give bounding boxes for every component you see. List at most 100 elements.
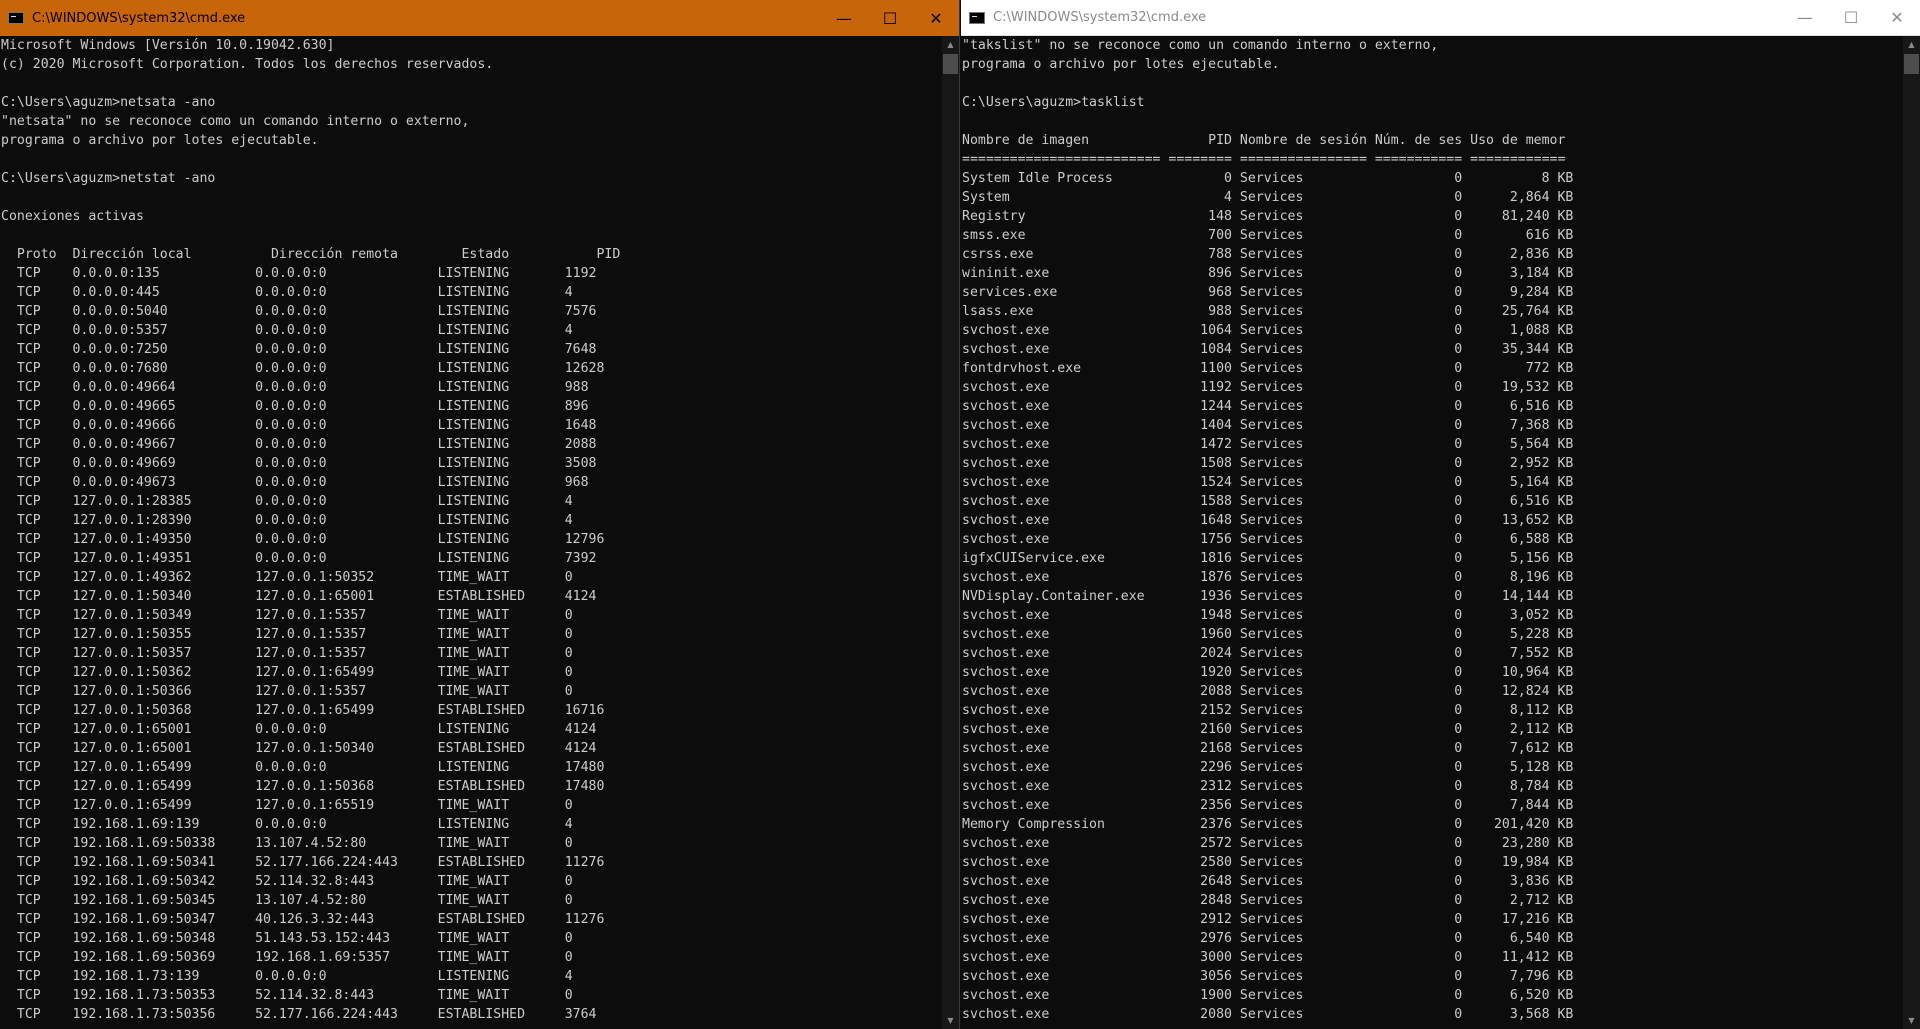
vertical-scrollbar[interactable]: ▲ ▼ xyxy=(1903,36,1920,1029)
minimize-button[interactable]: — xyxy=(821,0,867,36)
console-line: TCP 127.0.0.1:50366 127.0.0.1:5357 TIME_… xyxy=(1,684,573,699)
console-line: svchost.exe 1948 Services 0 3,052 KB xyxy=(962,608,1574,623)
console-line: TCP 192.168.1.69:50369 192.168.1.69:5357… xyxy=(1,950,573,965)
console-line: svchost.exe 1648 Services 0 13,652 KB xyxy=(962,513,1574,528)
maximize-button[interactable]: ☐ xyxy=(1828,0,1874,36)
console-line: (c) 2020 Microsoft Corporation. Todos lo… xyxy=(1,57,494,72)
window-title: C:\WINDOWS\system32\cmd.exe xyxy=(32,10,246,26)
close-button[interactable]: ✕ xyxy=(913,0,959,36)
console-line: NVDisplay.Container.exe 1936 Services 0 … xyxy=(962,589,1574,604)
scrollbar-thumb[interactable] xyxy=(1904,54,1919,74)
cmd-window-left[interactable]: C:\WINDOWS\system32\cmd.exe — ☐ ✕ Micros… xyxy=(0,0,960,1029)
console-line: TCP 0.0.0.0:135 0.0.0.0:0 LISTENING 1192 xyxy=(1,266,597,281)
console-line: svchost.exe 1900 Services 0 6,520 KB xyxy=(962,988,1574,1003)
minimize-button[interactable]: — xyxy=(1782,0,1828,36)
console-line: TCP 192.168.1.73:50353 52.114.32.8:443 T… xyxy=(1,988,573,1003)
title-bar[interactable]: C:\WINDOWS\system32\cmd.exe — ☐ ✕ xyxy=(961,0,1920,36)
console-icon xyxy=(969,11,985,24)
console-line: svchost.exe 2080 Services 0 3,568 KB xyxy=(962,1007,1574,1022)
console-line: svchost.exe 2572 Services 0 23,280 KB xyxy=(962,836,1574,851)
console-line: TCP 192.168.1.69:50347 40.126.3.32:443 E… xyxy=(1,912,605,927)
console-line: TCP 127.0.0.1:50357 127.0.0.1:5357 TIME_… xyxy=(1,646,573,661)
console-line: TCP 127.0.0.1:50362 127.0.0.1:65499 TIME… xyxy=(1,665,573,680)
console-line: wininit.exe 896 Services 0 3,184 KB xyxy=(962,266,1574,281)
close-button[interactable]: ✕ xyxy=(1874,0,1920,36)
console-line: svchost.exe 1064 Services 0 1,088 KB xyxy=(962,323,1574,338)
console-line: "takslist" no se reconoce como un comand… xyxy=(962,38,1439,53)
console-line: svchost.exe 1524 Services 0 5,164 KB xyxy=(962,475,1574,490)
console-line: svchost.exe 2356 Services 0 7,844 KB xyxy=(962,798,1574,813)
console-line: TCP 0.0.0.0:49667 0.0.0.0:0 LISTENING 20… xyxy=(1,437,597,452)
title-bar[interactable]: C:\WINDOWS\system32\cmd.exe — ☐ ✕ xyxy=(0,0,959,36)
console-line: svchost.exe 1960 Services 0 5,228 KB xyxy=(962,627,1574,642)
console-line: C:\Users\aguzm>netsata -ano xyxy=(1,95,216,110)
console-line: programa o archivo por lotes ejecutable. xyxy=(962,57,1280,72)
console-line: svchost.exe 1084 Services 0 35,344 KB xyxy=(962,342,1574,357)
console-line: TCP 0.0.0.0:7680 0.0.0.0:0 LISTENING 126… xyxy=(1,361,605,376)
console-line: TCP 127.0.0.1:49362 127.0.0.1:50352 TIME… xyxy=(1,570,573,585)
scroll-down-arrow-icon[interactable]: ▼ xyxy=(942,1012,959,1029)
scroll-up-arrow-icon[interactable]: ▲ xyxy=(942,36,959,53)
console-line: TCP 0.0.0.0:49665 0.0.0.0:0 LISTENING 89… xyxy=(1,399,589,414)
maximize-button[interactable]: ☐ xyxy=(867,0,913,36)
console-line: TCP 127.0.0.1:28390 0.0.0.0:0 LISTENING … xyxy=(1,513,573,528)
console-line: svchost.exe 2088 Services 0 12,824 KB xyxy=(962,684,1574,699)
window-title: C:\WINDOWS\system32\cmd.exe xyxy=(993,10,1207,25)
console-line: TCP 0.0.0.0:49673 0.0.0.0:0 LISTENING 96… xyxy=(1,475,589,490)
console-line: TCP 192.168.1.69:50341 52.177.166.224:44… xyxy=(1,855,605,870)
console-line: svchost.exe 2912 Services 0 17,216 KB xyxy=(962,912,1574,927)
console-line: svchost.exe 1920 Services 0 10,964 KB xyxy=(962,665,1574,680)
console-line: TCP 127.0.0.1:49350 0.0.0.0:0 LISTENING … xyxy=(1,532,605,547)
console-line: igfxCUIService.exe 1816 Services 0 5,156… xyxy=(962,551,1574,566)
console-line: TCP 127.0.0.1:50349 127.0.0.1:5357 TIME_… xyxy=(1,608,573,623)
console-line: TCP 127.0.0.1:65499 127.0.0.1:65519 TIME… xyxy=(1,798,573,813)
console-line: svchost.exe 1756 Services 0 6,588 KB xyxy=(962,532,1574,547)
scroll-up-arrow-icon[interactable]: ▲ xyxy=(1903,36,1920,53)
console-line: TCP 0.0.0.0:49664 0.0.0.0:0 LISTENING 98… xyxy=(1,380,589,395)
console-line: TCP 127.0.0.1:50355 127.0.0.1:5357 TIME_… xyxy=(1,627,573,642)
scroll-down-arrow-icon[interactable]: ▼ xyxy=(1903,1012,1920,1029)
console-line: svchost.exe 2024 Services 0 7,552 KB xyxy=(962,646,1574,661)
console-line: TCP 192.168.1.69:139 0.0.0.0:0 LISTENING… xyxy=(1,817,573,832)
console-text: "takslist" no se reconoce como un comand… xyxy=(962,36,1903,1024)
console-line: svchost.exe 1192 Services 0 19,532 KB xyxy=(962,380,1574,395)
console-line: svchost.exe 1244 Services 0 6,516 KB xyxy=(962,399,1574,414)
console-line: TCP 0.0.0.0:5357 0.0.0.0:0 LISTENING 4 xyxy=(1,323,573,338)
console-output[interactable]: Microsoft Windows [Versión 10.0.19042.63… xyxy=(0,36,942,1029)
console-line: System Idle Process 0 Services 0 8 KB xyxy=(962,171,1574,186)
console-line: TCP 127.0.0.1:28385 0.0.0.0:0 LISTENING … xyxy=(1,494,573,509)
console-line: TCP 0.0.0.0:49669 0.0.0.0:0 LISTENING 35… xyxy=(1,456,597,471)
console-icon xyxy=(8,12,24,24)
console-line: svchost.exe 2312 Services 0 8,784 KB xyxy=(962,779,1574,794)
console-line: Microsoft Windows [Versión 10.0.19042.63… xyxy=(1,38,335,53)
console-line: lsass.exe 988 Services 0 25,764 KB xyxy=(962,304,1574,319)
console-line: TCP 127.0.0.1:65001 0.0.0.0:0 LISTENING … xyxy=(1,722,597,737)
console-line: C:\Users\aguzm>netstat -ano xyxy=(1,171,216,186)
console-line: svchost.exe 1508 Services 0 2,952 KB xyxy=(962,456,1574,471)
cmd-window-right[interactable]: C:\WINDOWS\system32\cmd.exe — ☐ ✕ "taksl… xyxy=(961,0,1920,1029)
console-line: svchost.exe 1876 Services 0 8,196 KB xyxy=(962,570,1574,585)
console-line: Nombre de imagen PID Nombre de sesión Nú… xyxy=(962,133,1566,148)
console-output[interactable]: "takslist" no se reconoce como un comand… xyxy=(961,36,1903,1029)
console-line: Registry 148 Services 0 81,240 KB xyxy=(962,209,1574,224)
console-line: smss.exe 700 Services 0 616 KB xyxy=(962,228,1574,243)
console-line: TCP 0.0.0.0:5040 0.0.0.0:0 LISTENING 757… xyxy=(1,304,597,319)
console-line: svchost.exe 1404 Services 0 7,368 KB xyxy=(962,418,1574,433)
console-line: svchost.exe 3000 Services 0 11,412 KB xyxy=(962,950,1574,965)
console-line: svchost.exe 2296 Services 0 5,128 KB xyxy=(962,760,1574,775)
console-line: svchost.exe 2168 Services 0 7,612 KB xyxy=(962,741,1574,756)
console-line: TCP 127.0.0.1:65499 127.0.0.1:50368 ESTA… xyxy=(1,779,605,794)
console-line: TCP 192.168.1.73:50356 52.177.166.224:44… xyxy=(1,1007,597,1022)
console-line: System 4 Services 0 2,864 KB xyxy=(962,190,1574,205)
console-line: ========================= ======== =====… xyxy=(962,152,1566,167)
console-line: svchost.exe 2848 Services 0 2,712 KB xyxy=(962,893,1574,908)
console-line: svchost.exe 2160 Services 0 2,112 KB xyxy=(962,722,1574,737)
console-text: Microsoft Windows [Versión 10.0.19042.63… xyxy=(1,36,942,1024)
console-line: TCP 0.0.0.0:49666 0.0.0.0:0 LISTENING 16… xyxy=(1,418,597,433)
console-line: fontdrvhost.exe 1100 Services 0 772 KB xyxy=(962,361,1574,376)
scrollbar-thumb[interactable] xyxy=(943,54,958,74)
console-line: Conexiones activas xyxy=(1,209,144,224)
vertical-scrollbar[interactable]: ▲ ▼ xyxy=(942,36,959,1029)
